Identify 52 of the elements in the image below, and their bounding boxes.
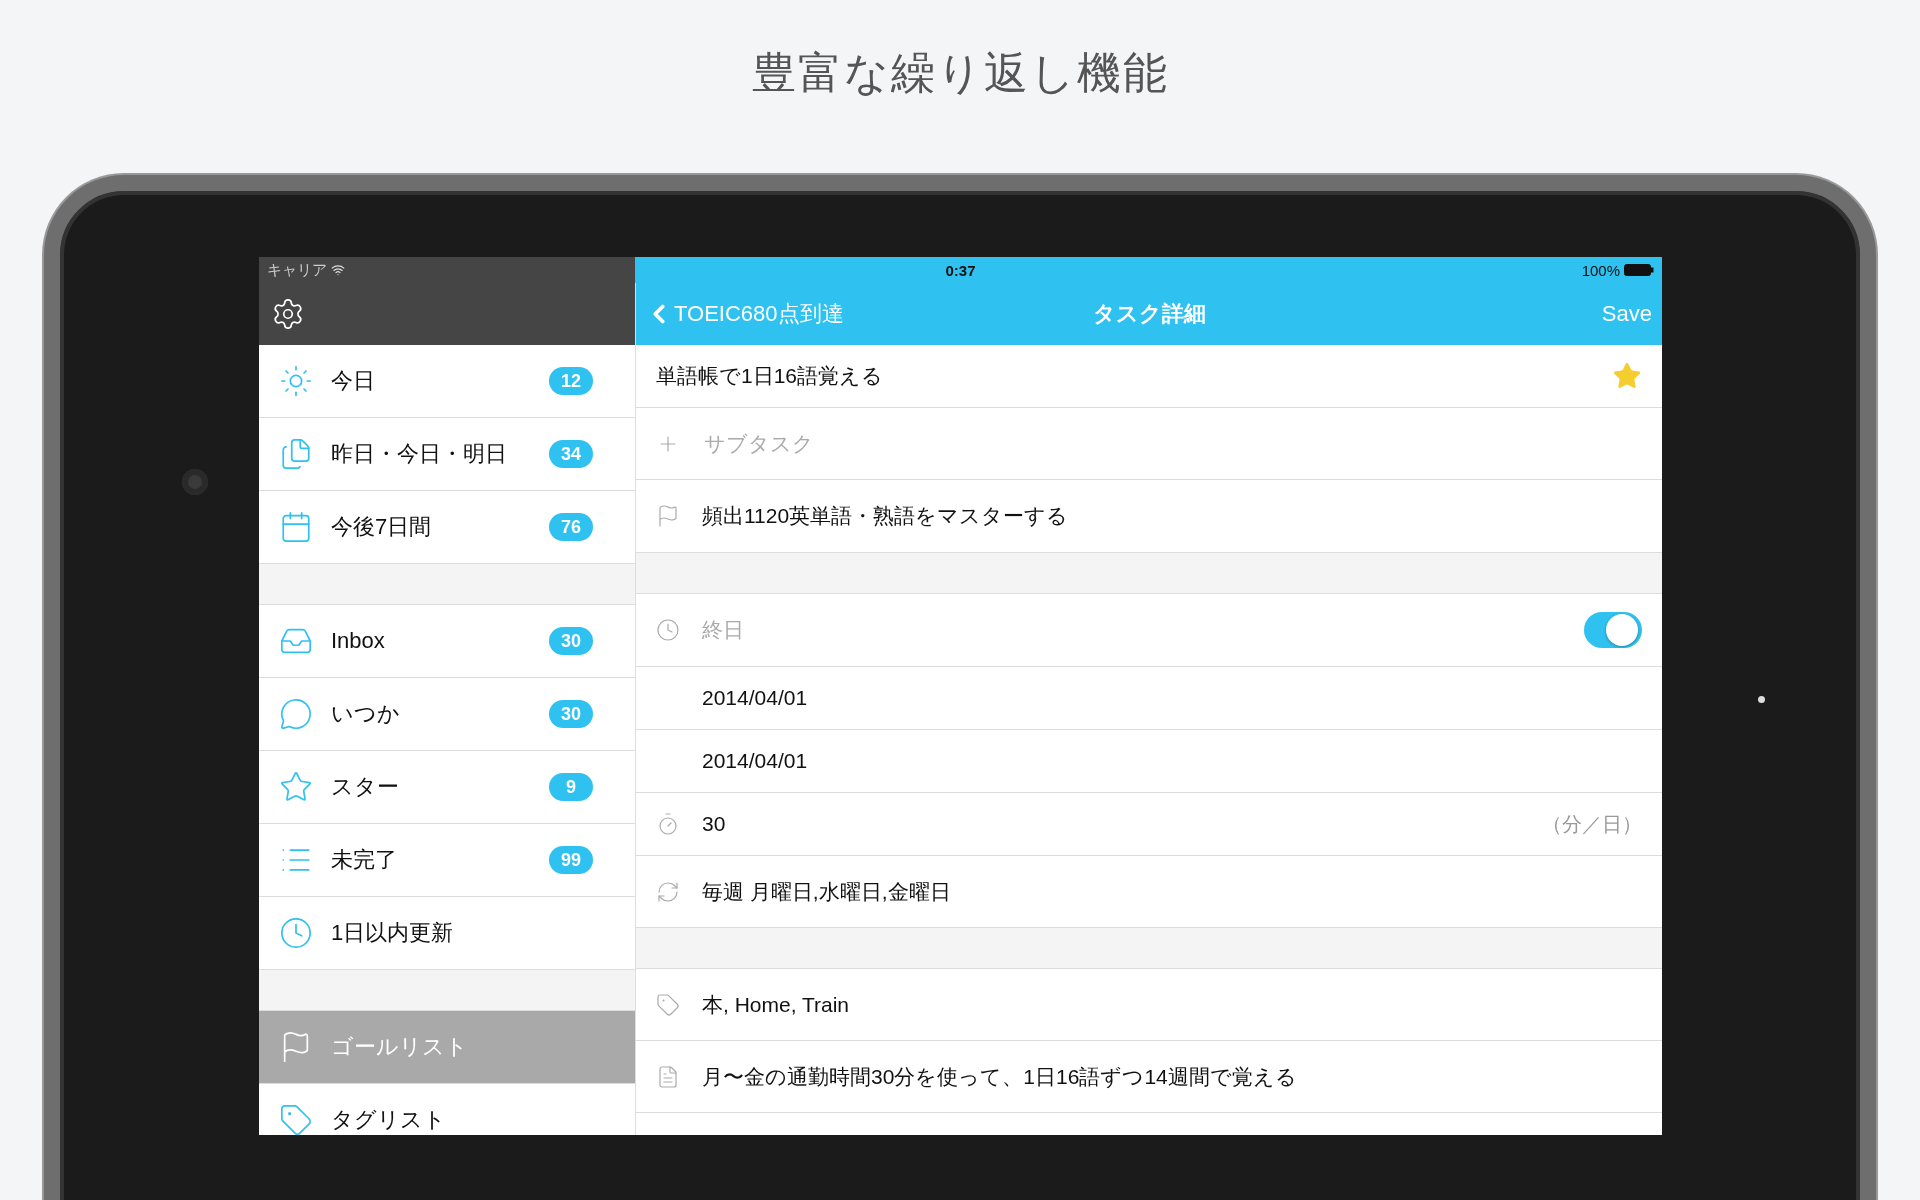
clock-icon	[279, 916, 313, 950]
settings-icon[interactable]	[271, 297, 305, 331]
tag-icon	[279, 1103, 313, 1135]
sidebar-label: 未完了	[331, 846, 398, 874]
sidebar-label: いつか	[331, 700, 401, 728]
headline: 豊富な繰り返し機能	[751, 47, 1169, 99]
star-icon	[279, 770, 313, 804]
note-icon	[656, 1063, 680, 1090]
count-badge: 9	[549, 773, 593, 801]
battery-icon	[1624, 264, 1654, 276]
subtask-field[interactable]: サブタスク	[702, 430, 1642, 457]
sidebar-label: 1日以内更新	[331, 919, 455, 947]
sun-icon	[279, 364, 313, 398]
pages-icon	[279, 437, 313, 471]
carrier-label: キャリア	[267, 260, 327, 280]
count-badge: 12	[549, 367, 593, 395]
repeat-value[interactable]: 毎週 月曜日,水曜日,金曜日	[702, 877, 1642, 906]
memo-text[interactable]: 月〜金の通勤時間30分を使って、1日16語ずつ14週間で覚える	[702, 1062, 1642, 1091]
sidebar-label: ゴールリスト	[331, 1033, 469, 1061]
sidebar-label: 昨日・今日・明日	[331, 440, 508, 468]
count-badge: 30	[549, 627, 593, 655]
star-icon[interactable]	[1612, 361, 1642, 391]
duration-value[interactable]: 30	[702, 812, 1520, 836]
task-title: 単語帳で1日16語覚える	[656, 363, 885, 389]
duration-unit: （分／日）	[1542, 811, 1642, 837]
all-day-label: 終日	[702, 617, 745, 643]
sidebar-label: タグリスト	[331, 1106, 447, 1134]
sidebar-label: スター	[331, 773, 400, 801]
flag-icon	[656, 503, 680, 529]
goal-value[interactable]: 頻出1120英単語・熟語をマスターする	[702, 502, 1642, 530]
tag-icon	[656, 991, 680, 1018]
count-badge: 30	[549, 700, 593, 728]
sidebar-label: Inbox	[331, 628, 386, 654]
nav-title: タスク詳細	[1092, 300, 1206, 328]
date-value[interactable]: 2014/04/01	[702, 686, 1642, 710]
calendar-icon	[279, 510, 313, 544]
battery-percent: 100%	[1581, 261, 1620, 279]
wifi-icon	[331, 263, 345, 277]
light-sensor-icon	[1758, 696, 1765, 703]
stopwatch-icon	[656, 811, 680, 837]
sidebar-label: 今後7日間	[331, 513, 433, 541]
count-badge: 99	[549, 846, 593, 874]
count-badge: 34	[549, 440, 593, 468]
tags-value[interactable]: 本, Home, Train	[702, 990, 1642, 1019]
camera-icon	[182, 469, 208, 495]
count-badge: 76	[549, 513, 593, 541]
clock-time: 0:37	[945, 261, 976, 279]
speech-bubble-icon	[279, 697, 313, 731]
clock-icon	[656, 617, 680, 643]
date-value[interactable]: 2014/04/01	[702, 749, 1642, 773]
all-day-switch[interactable]	[1584, 612, 1642, 648]
sidebar-label: 今日	[331, 367, 376, 395]
